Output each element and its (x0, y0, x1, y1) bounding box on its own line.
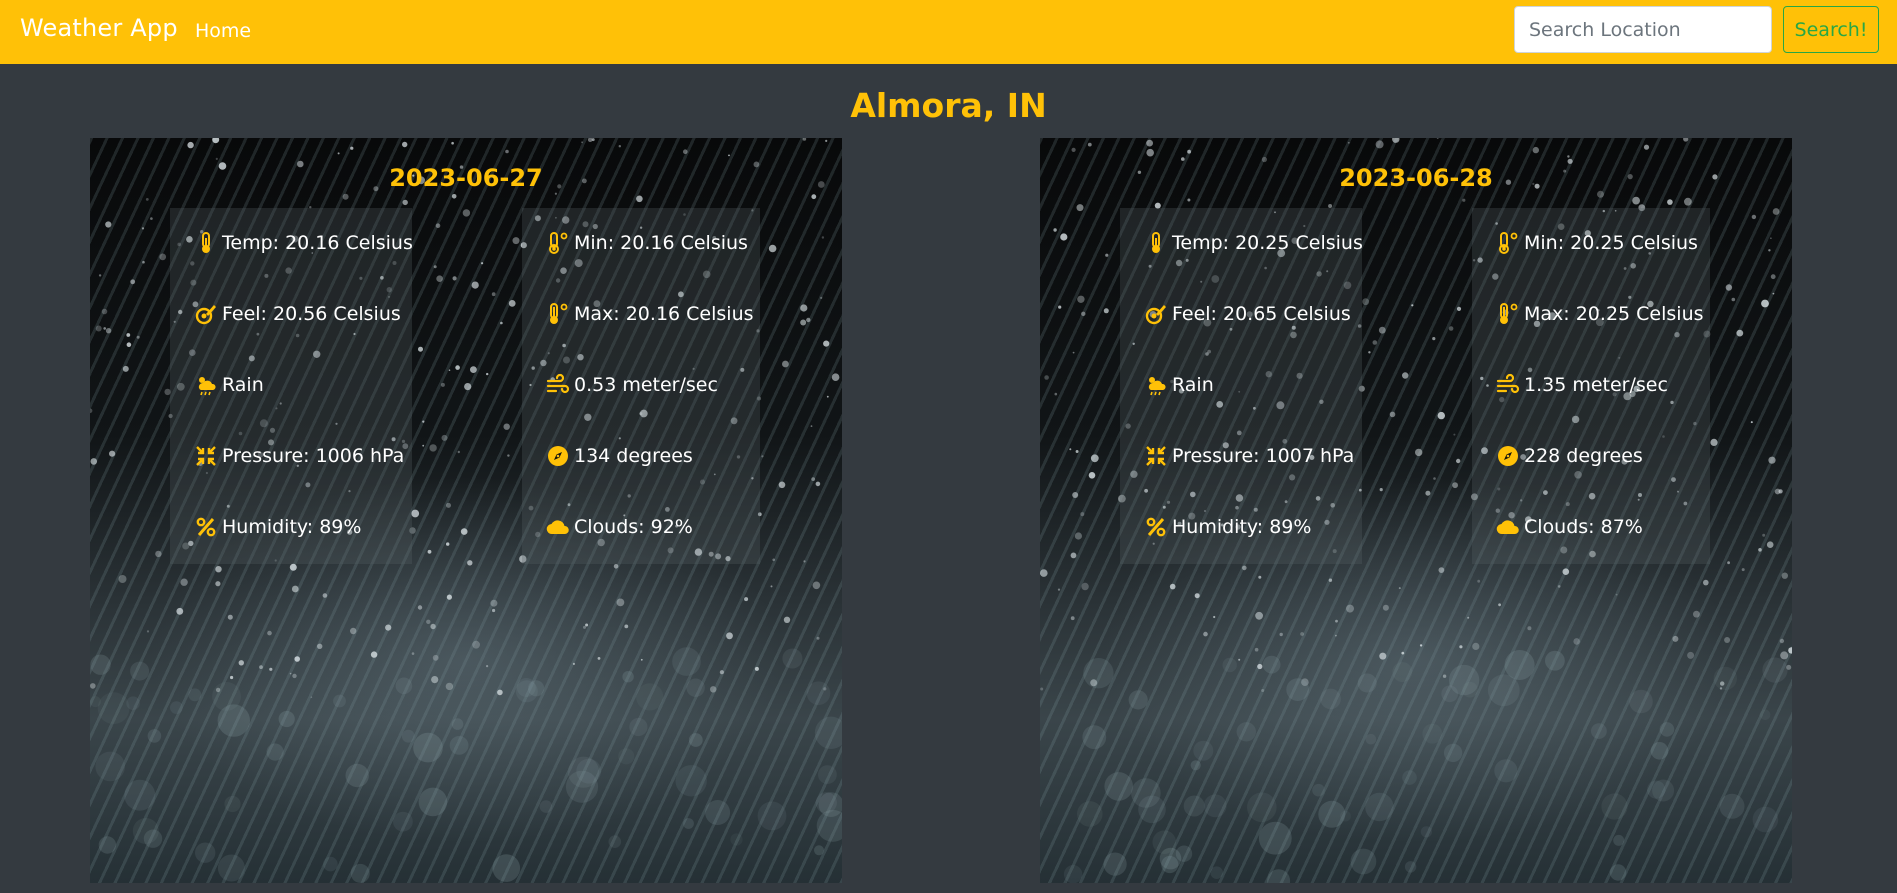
temp-row: Temp: 20.16 Celsius (194, 228, 413, 258)
clouds-value: Clouds: 87% (1524, 516, 1643, 538)
min-value: Min: 20.25 Celsius (1524, 232, 1698, 254)
compress-icon (194, 444, 218, 468)
min-value: Min: 20.16 Celsius (574, 232, 748, 254)
humidity-value: Humidity: 89% (222, 516, 362, 538)
clouds-row: Clouds: 87% (1496, 512, 1643, 542)
search-button[interactable]: Search! (1783, 6, 1879, 53)
thermometer-icon (194, 231, 218, 255)
primary-stats-panel: Temp: 20.16 Celsius Feel: 20.56 Celsius … (170, 208, 413, 564)
max-row: Max: 20.25 Celsius (1496, 299, 1704, 329)
humidity-value: Humidity: 89% (1172, 516, 1312, 538)
wind-speed-value: 0.53 meter/sec (574, 374, 718, 396)
percent-icon (194, 515, 218, 539)
temperature-low-icon (1496, 231, 1520, 255)
max-value: Max: 20.16 Celsius (574, 303, 754, 325)
min-row: Min: 20.25 Celsius (1496, 228, 1698, 258)
compass-icon (546, 444, 570, 468)
max-value: Max: 20.25 Celsius (1524, 303, 1704, 325)
feel-gauge-icon (194, 302, 218, 326)
wind-speed-row: 0.53 meter/sec (546, 370, 718, 400)
feel-value: Feel: 20.65 Celsius (1172, 303, 1351, 325)
humidity-row: Humidity: 89% (1144, 512, 1311, 542)
wind-icon (546, 373, 570, 397)
clouds-value: Clouds: 92% (574, 516, 693, 538)
condition-row: Rain (1144, 370, 1214, 400)
nav-link-home[interactable]: Home (195, 20, 251, 42)
wind-direction-row: 134 degrees (546, 441, 693, 471)
pressure-value: Pressure: 1006 hPa (222, 445, 405, 467)
condition-value: Rain (222, 374, 264, 396)
primary-stats-panel: Temp: 20.25 Celsius Feel: 20.65 Celsius … (1120, 208, 1363, 564)
cloud-icon (1496, 515, 1520, 539)
compass-icon (1496, 444, 1520, 468)
secondary-stats-panel: Min: 20.25 Celsius Max: 20.25 Celsius 1.… (1472, 208, 1710, 564)
temp-row: Temp: 20.25 Celsius (1144, 228, 1363, 258)
condition-value: Rain (1172, 374, 1214, 396)
feel-row: Feel: 20.56 Celsius (194, 299, 401, 329)
search-location-input[interactable] (1514, 6, 1772, 53)
percent-icon (1144, 515, 1168, 539)
forecast-card: 2023-06-27 Temp: 20.16 Celsius Feel: 20.… (90, 138, 842, 883)
wind-direction-value: 228 degrees (1524, 445, 1643, 467)
cloud-sun-rain-icon (1144, 373, 1168, 397)
pressure-row: Pressure: 1006 hPa (194, 441, 404, 471)
pressure-row: Pressure: 1007 hPa (1144, 441, 1354, 471)
temperature-high-icon (1496, 302, 1520, 326)
feel-gauge-icon (1144, 302, 1168, 326)
wind-icon (1496, 373, 1520, 397)
pressure-value: Pressure: 1007 hPa (1172, 445, 1355, 467)
cloud-icon (546, 515, 570, 539)
wind-direction-row: 228 degrees (1496, 441, 1643, 471)
location-title: Almora, IN (850, 86, 1047, 125)
wind-speed-row: 1.35 meter/sec (1496, 370, 1668, 400)
navbar: Weather App Home Search! (0, 0, 1897, 64)
temperature-high-icon (546, 302, 570, 326)
humidity-row: Humidity: 89% (194, 512, 361, 542)
compress-icon (1144, 444, 1168, 468)
app-brand[interactable]: Weather App (20, 14, 178, 42)
wind-speed-value: 1.35 meter/sec (1524, 374, 1668, 396)
condition-row: Rain (194, 370, 264, 400)
forecast-date: 2023-06-27 (389, 164, 543, 192)
forecast-card: 2023-06-28 Temp: 20.25 Celsius Feel: 20.… (1040, 138, 1792, 883)
cloud-sun-rain-icon (194, 373, 218, 397)
wind-direction-value: 134 degrees (574, 445, 693, 467)
temperature-low-icon (546, 231, 570, 255)
thermometer-icon (1144, 231, 1168, 255)
secondary-stats-panel: Min: 20.16 Celsius Max: 20.16 Celsius 0.… (522, 208, 760, 564)
temp-value: Temp: 20.16 Celsius (222, 232, 413, 254)
forecast-date: 2023-06-28 (1339, 164, 1493, 192)
clouds-row: Clouds: 92% (546, 512, 693, 542)
max-row: Max: 20.16 Celsius (546, 299, 754, 329)
min-row: Min: 20.16 Celsius (546, 228, 748, 258)
temp-value: Temp: 20.25 Celsius (1172, 232, 1363, 254)
feel-value: Feel: 20.56 Celsius (222, 303, 401, 325)
feel-row: Feel: 20.65 Celsius (1144, 299, 1351, 329)
